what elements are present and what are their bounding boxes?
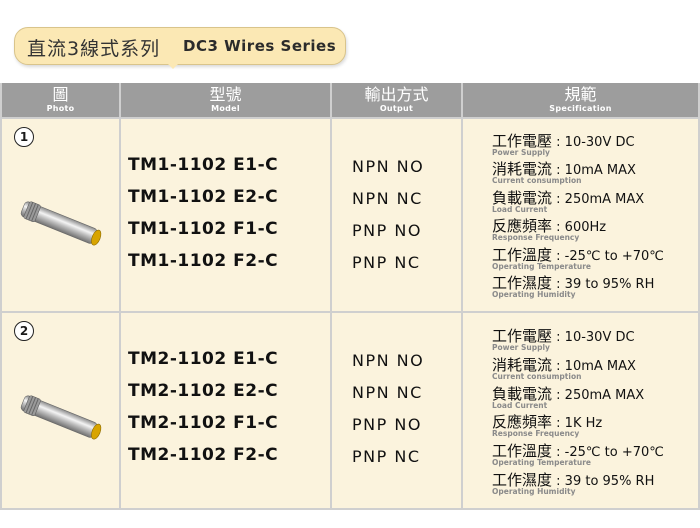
model-cell-1 (121, 119, 330, 311)
model-name: TM1-1102 F1-C (128, 219, 279, 239)
spec-item: 消耗電流 : 10mA MAX Current consumption (492, 160, 636, 185)
header-specification: 規範 Specification (463, 83, 698, 117)
header-photo: 圖 Photo (2, 83, 119, 117)
photo-cell-2: 2 (2, 313, 119, 508)
model-name: TM2-1102 E1-C (128, 349, 279, 369)
header-model: 型號 Model (121, 83, 330, 117)
output-type: NPN NC (352, 189, 423, 208)
output-type: NPN NO (352, 157, 425, 176)
output-type: PNP NO (352, 415, 422, 434)
model-cell-2 (121, 313, 330, 508)
model-name: TM1-1102 E2-C (128, 187, 279, 207)
model-name: TM1-1102 E1-C (128, 155, 279, 175)
model-name: TM2-1102 F2-C (128, 445, 279, 465)
output-type: PNP NO (352, 221, 422, 240)
model-name: TM1-1102 F2-C (128, 251, 279, 271)
sensor-photo-1 (20, 201, 102, 246)
spec-item: 負載電流 : 250mA MAX Load Current (492, 385, 645, 410)
badge-pointer (166, 62, 180, 69)
spec-item: 工作濕度 : 39 to 95% RH Operating Humidity (492, 274, 655, 299)
output-type: NPN NC (352, 383, 423, 402)
output-type: PNP NC (352, 447, 421, 466)
series-title-zh: 直流3線式系列 (27, 38, 161, 60)
model-name: TM2-1102 E2-C (128, 381, 279, 401)
output-type: NPN NO (352, 351, 425, 370)
photo-cell-1: 1 (2, 119, 119, 311)
output-cell-1 (332, 119, 461, 311)
output-cell-2 (332, 313, 461, 508)
spec-item: 工作溫度 : -25℃ to +70℃ Operating Temperature (492, 246, 664, 271)
spec-item: 消耗電流 : 10mA MAX Current consumption (492, 356, 636, 381)
model-name: TM2-1102 F1-C (128, 413, 279, 433)
output-type: PNP NC (352, 253, 421, 272)
header-output: 輸出方式 Output (332, 83, 461, 117)
spec-item: 工作溫度 : -25℃ to +70℃ Operating Temperature (492, 442, 664, 467)
spec-item: 反應頻率 : 1K Hz Response Frequency (492, 413, 603, 438)
spec-item: 工作濕度 : 39 to 95% RH Operating Humidity (492, 471, 655, 496)
spec-item: 工作電壓 : 10-30V DC Power Supply (492, 327, 635, 352)
spec-item: 反應頻率 : 600Hz Response Frequency (492, 217, 607, 242)
series-title-badge: 直流3線式系列 DC3 Wires Series (14, 27, 346, 65)
sensor-photo-2 (20, 395, 102, 440)
spec-item: 工作電壓 : 10-30V DC Power Supply (492, 132, 635, 157)
spec-item: 負載電流 : 250mA MAX Load Current (492, 189, 645, 214)
series-title-en: DC3 Wires Series (183, 37, 337, 55)
